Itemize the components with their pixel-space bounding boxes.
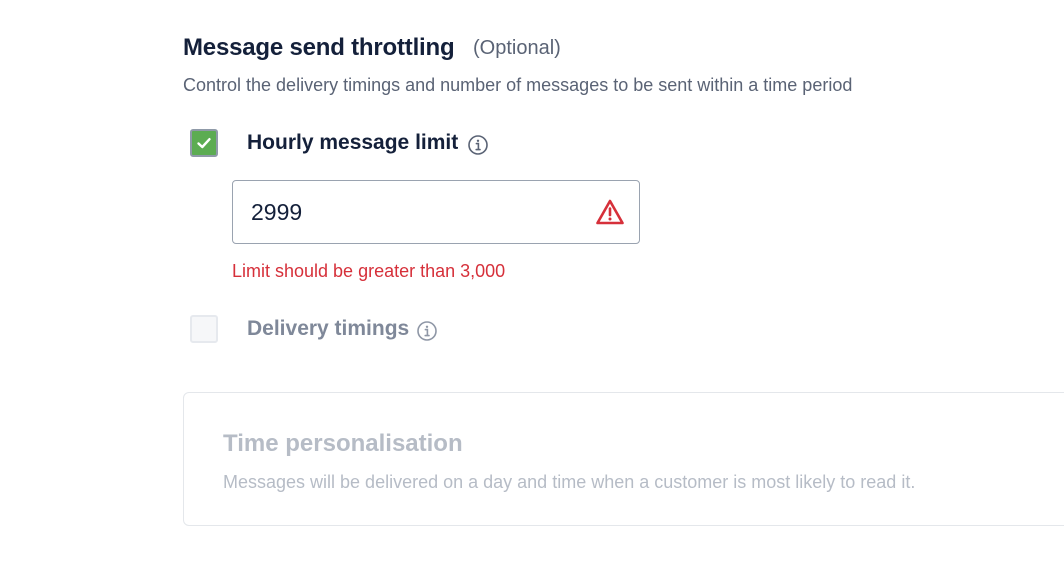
delivery-timings-label[interactable]: Delivery timings	[247, 317, 409, 341]
section-description: Control the delivery timings and number …	[183, 75, 853, 95]
delivery-timings-checkbox[interactable]	[190, 315, 218, 343]
optional-tag: (Optional)	[473, 37, 561, 59]
checkmark-icon	[197, 138, 211, 149]
hourly-limit-input-box	[232, 180, 640, 244]
info-circle-icon[interactable]	[467, 134, 489, 156]
section-title: Message send throttling	[183, 34, 455, 61]
hourly-limit-checkbox[interactable]	[190, 129, 218, 157]
warning-triangle-icon	[596, 199, 624, 225]
hourly-limit-label[interactable]: Hourly message limit	[247, 131, 458, 155]
time-personalisation-description: Messages will be delivered on a day and …	[223, 472, 916, 492]
hourly-limit-error: Limit should be greater than 3,000	[232, 261, 506, 281]
time-personalisation-title: Time personalisation	[223, 430, 463, 457]
time-personalisation-card[interactable]: Time personalisation Messages will be de…	[183, 392, 1064, 526]
hourly-limit-input[interactable]	[251, 195, 571, 229]
info-circle-icon[interactable]	[416, 320, 438, 342]
